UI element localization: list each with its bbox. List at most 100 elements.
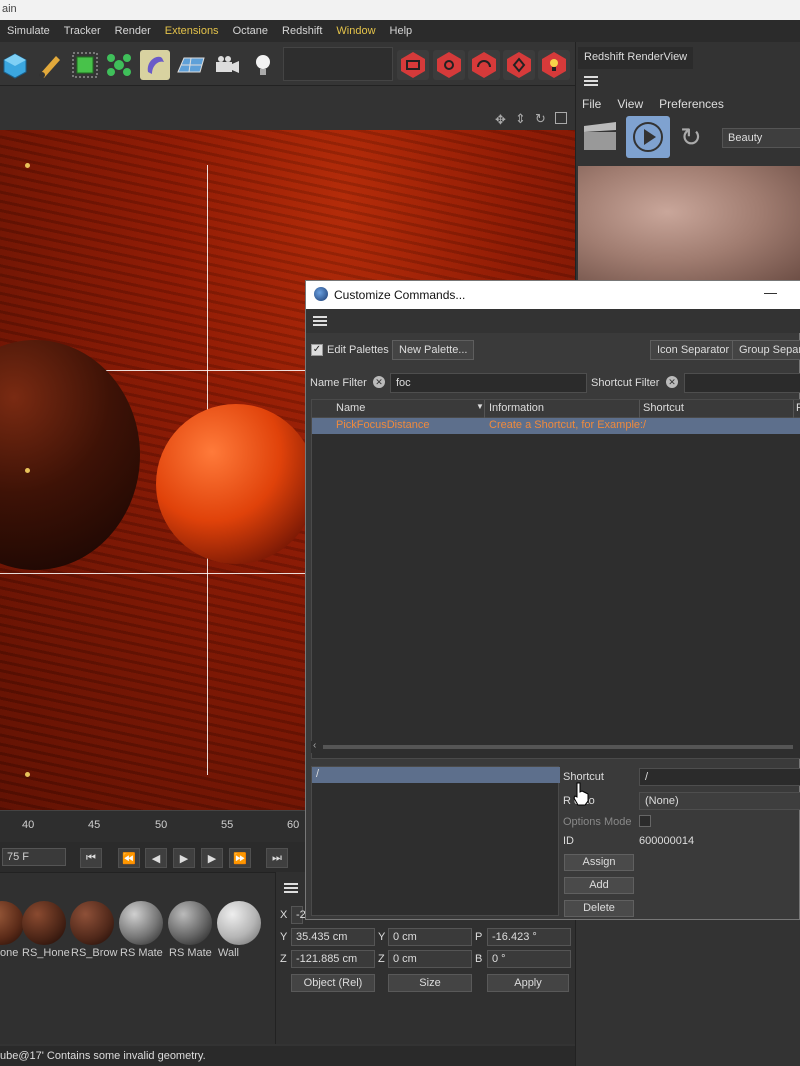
column-information[interactable]: Information bbox=[489, 402, 544, 414]
previous-key-icon[interactable]: ⏪ bbox=[118, 848, 140, 868]
list-item[interactable]: / bbox=[312, 767, 560, 783]
renderview-tab[interactable]: Redshift RenderView bbox=[578, 47, 694, 69]
render-preview bbox=[578, 166, 800, 281]
menu-icon[interactable] bbox=[284, 883, 298, 893]
group-separator-button[interactable]: Group Separa bbox=[732, 340, 800, 360]
status-bar: ube@17' Contains some invalid geometry. bbox=[0, 1046, 575, 1066]
floor-icon[interactable] bbox=[176, 50, 206, 80]
menu-render[interactable]: Render bbox=[108, 25, 158, 37]
y-size-field[interactable]: 0 cm bbox=[388, 928, 472, 946]
column-separator[interactable] bbox=[793, 400, 794, 418]
shortcut-list[interactable]: / bbox=[311, 766, 560, 916]
deformer-icon[interactable] bbox=[140, 50, 170, 80]
renderview-menu-file[interactable]: File bbox=[582, 97, 601, 111]
rs-camera-icon[interactable] bbox=[433, 50, 465, 80]
minimize-button[interactable]: — bbox=[764, 285, 777, 300]
b-rotation-field[interactable]: 0 ° bbox=[487, 950, 571, 968]
timeline-tick: 50 bbox=[155, 819, 168, 831]
light-icon[interactable] bbox=[248, 50, 278, 80]
icon-separator-button[interactable]: Icon Separator bbox=[650, 340, 737, 360]
next-key-icon[interactable]: ⏩ bbox=[229, 848, 251, 868]
table-row[interactable]: PickFocusDistance Create a Shortcut, for… bbox=[312, 418, 800, 434]
restrict-to-select[interactable]: (None) bbox=[639, 792, 800, 810]
shortcut-filter-input[interactable] bbox=[684, 373, 800, 393]
menu-redshift[interactable]: Redshift bbox=[275, 25, 329, 37]
column-separator[interactable] bbox=[639, 400, 640, 418]
go-to-end-icon[interactable]: ⏭ bbox=[266, 848, 288, 868]
add-button[interactable]: Add bbox=[564, 877, 634, 894]
options-mode-checkbox[interactable] bbox=[639, 815, 651, 827]
menu-icon[interactable] bbox=[584, 76, 598, 86]
name-filter-input[interactable]: foc bbox=[390, 373, 587, 393]
material-swatch[interactable] bbox=[217, 901, 261, 945]
p-rotation-field[interactable]: -16.423 ° bbox=[487, 928, 571, 946]
renderview-menu-view[interactable]: View bbox=[617, 97, 643, 111]
extrude-icon[interactable] bbox=[70, 50, 100, 80]
cube-icon[interactable] bbox=[0, 50, 30, 80]
cloner-icon[interactable] bbox=[104, 50, 134, 80]
column-name[interactable]: Name bbox=[336, 402, 365, 414]
timeline-tick: 55 bbox=[221, 819, 234, 831]
clapperboard-icon[interactable] bbox=[582, 120, 618, 154]
start-render-icon[interactable] bbox=[626, 116, 670, 158]
menu-extensions[interactable]: Extensions bbox=[158, 25, 226, 37]
delete-button[interactable]: Delete bbox=[564, 900, 634, 917]
rs-light-icon[interactable] bbox=[538, 50, 570, 80]
apply-button[interactable]: Apply bbox=[487, 974, 569, 992]
z-size-field[interactable]: 0 cm bbox=[388, 950, 472, 968]
menu-window[interactable]: Window bbox=[329, 25, 382, 37]
column-shortcut[interactable]: Shortcut bbox=[643, 402, 684, 414]
horizontal-scrollbar[interactable]: ‹ bbox=[311, 740, 800, 753]
coordinate-mode-select[interactable]: Object (Rel) bbox=[291, 974, 375, 992]
camera-point[interactable] bbox=[25, 772, 30, 777]
rs-display-icon[interactable] bbox=[397, 50, 429, 80]
assign-button[interactable]: Assign bbox=[564, 854, 634, 871]
material-swatch[interactable] bbox=[22, 901, 66, 945]
camera-point[interactable] bbox=[25, 163, 30, 168]
move-view-icon[interactable]: ✥ bbox=[495, 112, 506, 128]
camera-point[interactable] bbox=[25, 468, 30, 473]
aov-select[interactable]: Beauty bbox=[722, 128, 800, 148]
current-frame-field[interactable]: 75 F bbox=[2, 848, 66, 866]
go-to-start-icon[interactable]: ⏮ bbox=[80, 848, 102, 868]
play-icon[interactable]: ▶ bbox=[173, 848, 195, 868]
material-swatch[interactable] bbox=[119, 901, 163, 945]
column-p[interactable]: P bbox=[796, 402, 800, 414]
clear-name-filter-icon[interactable]: ✕ bbox=[373, 376, 385, 388]
menu-help[interactable]: Help bbox=[383, 25, 420, 37]
hand-cursor-icon bbox=[571, 781, 591, 807]
material-swatch[interactable] bbox=[168, 901, 212, 945]
z-position-field[interactable]: -121.885 cm bbox=[291, 950, 375, 968]
rotate-view-icon[interactable]: ↻ bbox=[535, 111, 546, 127]
rs-object-icon[interactable] bbox=[503, 50, 535, 80]
x-position-field[interactable]: -2 bbox=[291, 906, 306, 924]
maximize-view-icon[interactable] bbox=[555, 112, 567, 124]
menu-simulate[interactable]: Simulate bbox=[0, 25, 57, 37]
renderview-menu-preferences[interactable]: Preferences bbox=[659, 97, 724, 111]
refresh-icon[interactable]: ↻ bbox=[680, 122, 710, 152]
edit-palettes-checkbox[interactable]: ✓ bbox=[311, 344, 323, 356]
y-position-field[interactable]: 35.435 cm bbox=[291, 928, 375, 946]
timeline-ruler[interactable]: 40 45 50 55 60 bbox=[0, 810, 305, 842]
scroll-thumb[interactable] bbox=[323, 745, 793, 749]
camera-icon[interactable] bbox=[212, 50, 242, 80]
scroll-left-icon[interactable]: ‹ bbox=[313, 740, 316, 751]
palette-toolbar: ✓ Edit Palettes New Palette... Icon Sepa… bbox=[306, 337, 800, 365]
size-mode-select[interactable]: Size bbox=[388, 974, 472, 992]
command-shortcut: / bbox=[643, 419, 647, 431]
column-separator[interactable] bbox=[484, 400, 485, 418]
next-frame-icon[interactable]: ▶ bbox=[201, 848, 223, 868]
zoom-view-icon[interactable]: ⇕ bbox=[515, 111, 526, 127]
pen-icon[interactable] bbox=[34, 50, 64, 80]
material-swatch[interactable] bbox=[70, 901, 114, 945]
menu-tracker[interactable]: Tracker bbox=[57, 25, 108, 37]
shortcut-field[interactable]: / bbox=[639, 768, 800, 786]
previous-frame-icon[interactable]: ◀ bbox=[145, 848, 167, 868]
commands-list[interactable]: Name ▼ Information Shortcut P PickFocusD… bbox=[311, 399, 800, 759]
clear-shortcut-filter-icon[interactable]: ✕ bbox=[666, 376, 678, 388]
rs-settings-icon[interactable] bbox=[468, 50, 500, 80]
menu-icon[interactable] bbox=[313, 316, 327, 326]
material-swatch[interactable] bbox=[0, 901, 24, 945]
new-palette-button[interactable]: New Palette... bbox=[392, 340, 475, 360]
menu-octane[interactable]: Octane bbox=[226, 25, 275, 37]
